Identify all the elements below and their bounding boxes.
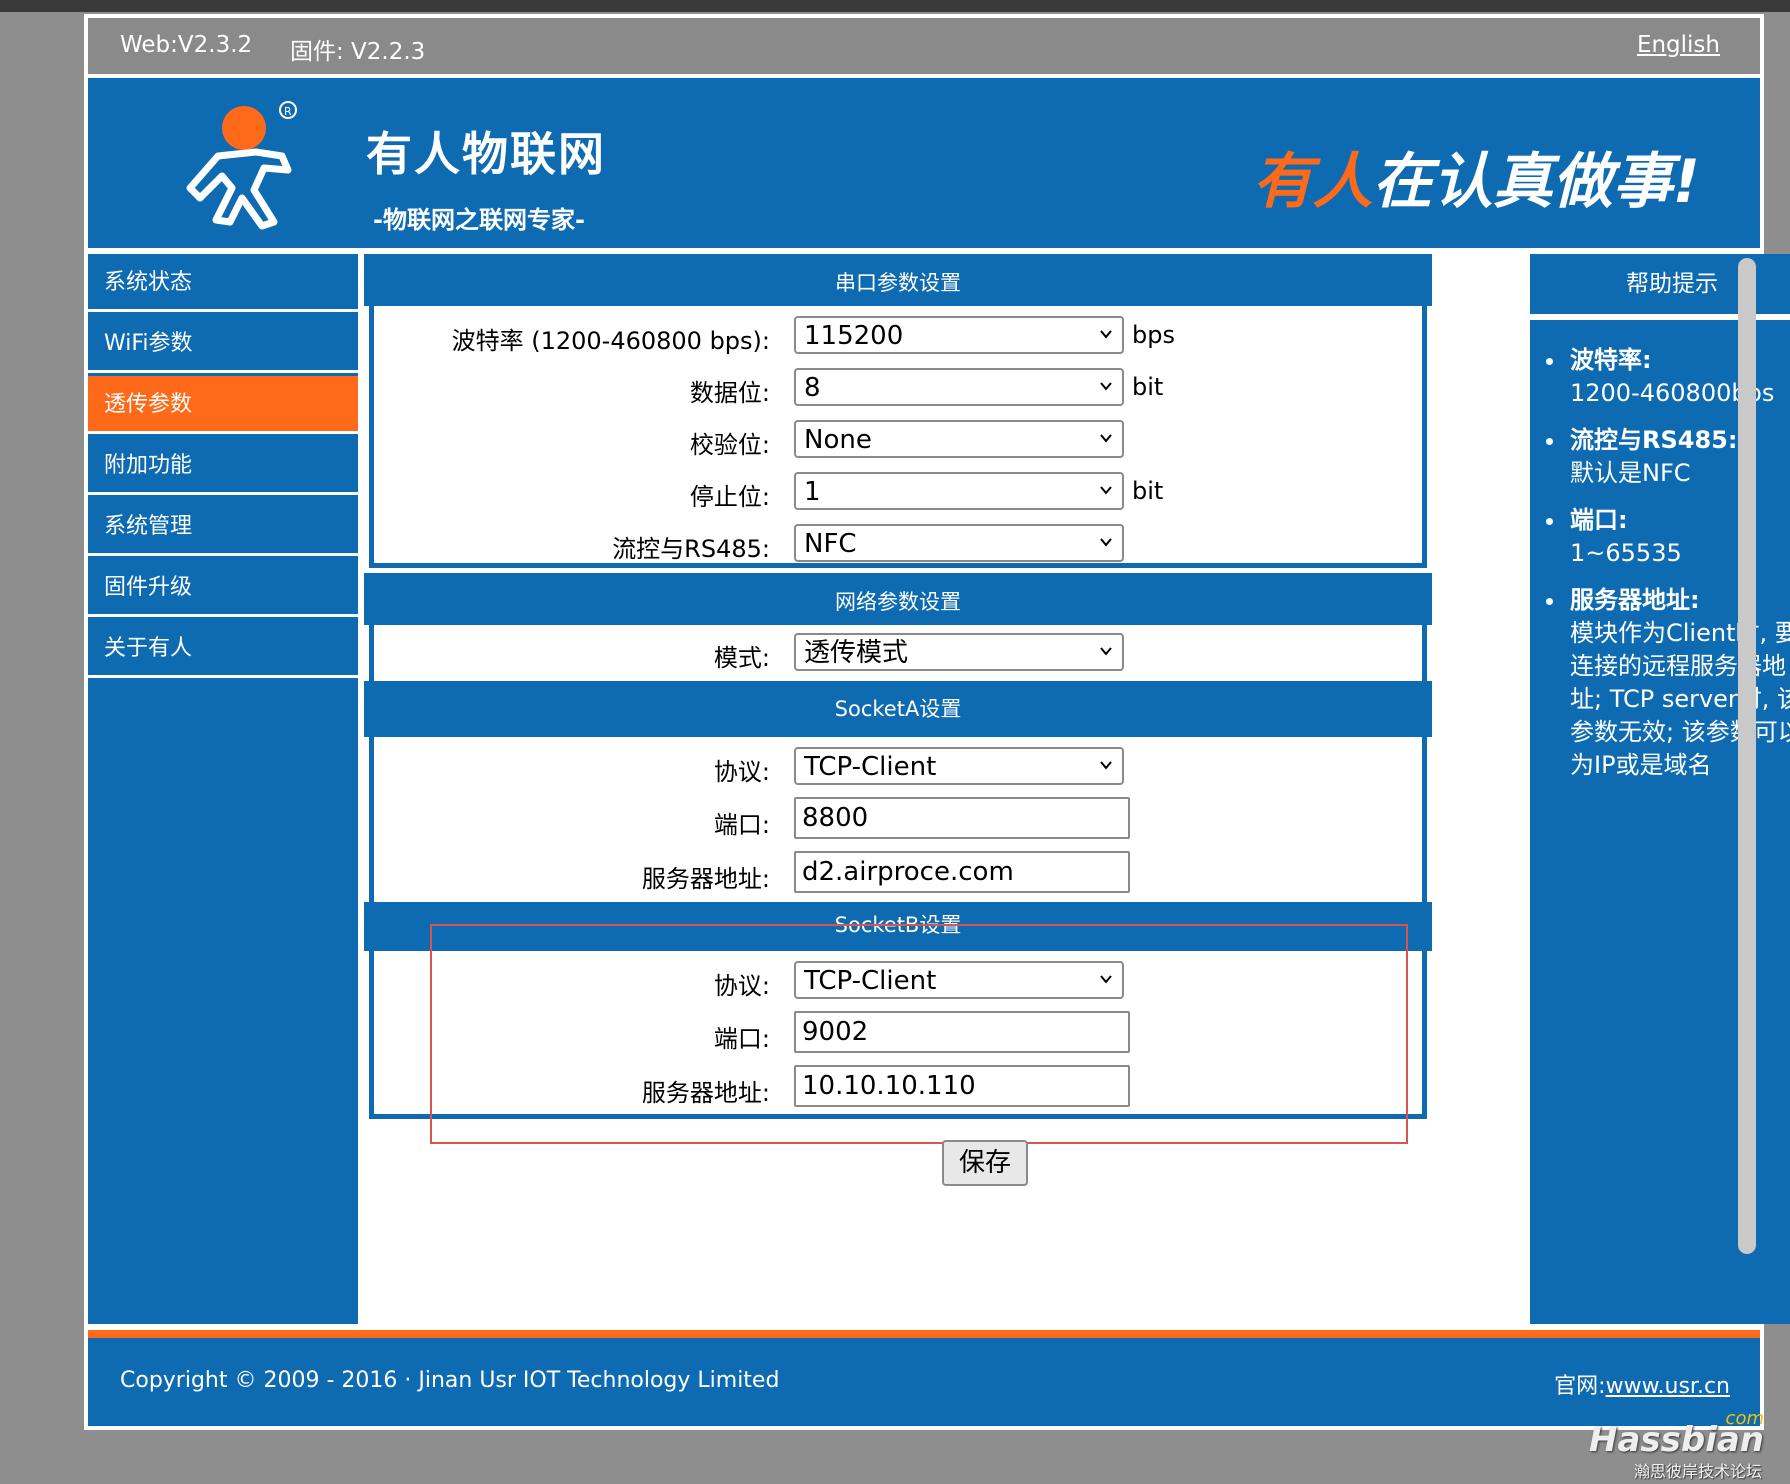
parity-label: 校验位: [689, 431, 770, 459]
row-socket-a-protocol: 协议: TCP-Client [374, 747, 1422, 787]
help-item-title: 波特率: [1570, 346, 1652, 374]
section-title-socket-a: SocketA设置 [364, 681, 1432, 737]
brand-tagline: -物联网之联网专家- [373, 206, 585, 234]
help-item-text: 默认是NFC [1570, 459, 1691, 487]
highlight-annotation-box [430, 924, 1408, 1144]
firmware-version: 固件: V2.2.3 [290, 39, 426, 65]
socket-a-server-label: 服务器地址: [641, 865, 770, 893]
official-site: 官网:www.usr.cn [1554, 1368, 1730, 1400]
row-baud: 波特率 (1200-460800 bps): 115200 bps [374, 316, 1422, 356]
header-banner: R 有人物联网 -物联网之联网专家- 有人在认真做事! [88, 78, 1760, 248]
chevron-down-icon [1100, 434, 1112, 443]
databits-label: 数据位: [689, 379, 770, 407]
watermark-sub: 瀚思彼岸技术论坛 [1633, 1462, 1762, 1481]
help-item-title: 服务器地址: [1570, 586, 1700, 614]
baud-value: 115200 [804, 321, 904, 351]
chevron-down-icon [1100, 330, 1112, 339]
row-mode: 模式: 透传模式 [374, 633, 1422, 673]
row-databits: 数据位: 8 bit [374, 368, 1422, 408]
chevron-down-icon [1100, 538, 1112, 547]
slogan: 有人在认真做事! [1253, 133, 1700, 220]
sidebar-nav: 系统状态 WiFi参数 透传参数 附加功能 系统管理 固件升级 关于有人 [88, 254, 358, 1324]
databits-select[interactable]: 8 [794, 368, 1124, 406]
socket-a-protocol-value: TCP-Client [804, 752, 937, 782]
socket-a-protocol-label: 协议: [713, 758, 770, 786]
socket-a-port-input[interactable]: 8800 [794, 797, 1130, 839]
chevron-down-icon [1100, 382, 1112, 391]
site-label: 官网: [1554, 1374, 1606, 1399]
help-item-text: 1~65535 [1570, 539, 1682, 567]
socket-a-protocol-select[interactable]: TCP-Client [794, 747, 1124, 785]
language-link[interactable]: English [1637, 32, 1720, 58]
socket-a-server-input[interactable]: d2.airproce.com [794, 851, 1130, 893]
web-version: Web:V2.3.2 [120, 32, 253, 58]
flow-value: NFC [804, 529, 857, 559]
copyright: Copyright © 2009 - 2016 · Jinan Usr IOT … [120, 1368, 780, 1393]
help-item-text: 1200-460800bps [1570, 379, 1775, 407]
row-flow: 流控与RS485: NFC [374, 524, 1422, 564]
version-bar: Web:V2.3.2 固件: V2.2.3 English [88, 18, 1760, 74]
baud-select[interactable]: 115200 [794, 316, 1124, 354]
section-socket-a: 协议: TCP-Client 端口: 8800 服务器地址: d2.airpro… [369, 737, 1427, 902]
sidebar-item-system-status[interactable]: 系统状态 [88, 254, 358, 312]
section-title-serial: 串口参数设置 [364, 254, 1432, 306]
mode-label: 模式: [713, 644, 770, 672]
save-button[interactable]: 保存 [942, 1140, 1028, 1186]
sidebar-item-extra[interactable]: 附加功能 [88, 437, 358, 495]
parity-value: None [804, 425, 872, 455]
sidebar-item-firmware[interactable]: 固件升级 [88, 559, 358, 617]
row-stopbits: 停止位: 1 bit [374, 472, 1422, 512]
slogan-part2: 在认真做事! [1372, 147, 1700, 217]
chevron-down-icon [1100, 761, 1112, 770]
chevron-down-icon [1100, 647, 1112, 656]
section-title-network: 网络参数设置 [364, 573, 1432, 625]
row-socket-a-port: 端口: 8800 [374, 797, 1422, 839]
sidebar-item-wifi[interactable]: WiFi参数 [88, 315, 358, 373]
row-parity: 校验位: None [374, 420, 1422, 460]
slogan-part1: 有人 [1252, 147, 1373, 217]
stopbits-label: 停止位: [689, 483, 770, 511]
sidebar-item-transparent[interactable]: 透传参数 [88, 376, 358, 434]
help-item-title: 端口: [1570, 506, 1628, 534]
baud-label: 波特率 (1200-460800 bps): [451, 327, 770, 355]
socket-a-port-label: 端口: [713, 811, 770, 839]
brand-name: 有人物联网 [366, 127, 606, 181]
stopbits-unit: bit [1132, 477, 1164, 505]
svg-text:R: R [284, 105, 292, 118]
flow-label: 流控与RS485: [612, 535, 770, 563]
sidebar-item-system-manage[interactable]: 系统管理 [88, 498, 358, 556]
footer-accent-line [88, 1330, 1760, 1338]
parity-select[interactable]: None [794, 420, 1124, 458]
page-frame: Web:V2.3.2 固件: V2.2.3 English R 有人物联网 -物… [84, 14, 1790, 1430]
help-item-text: 模块作为Client时, 要连接的远程服务器地址; TCP server时, 该… [1570, 619, 1790, 779]
databits-unit: bit [1132, 373, 1164, 401]
section-serial: 波特率 (1200-460800 bps): 115200 bps 数据位: 8… [369, 306, 1427, 568]
watermark-main: Hassbian [1588, 1420, 1764, 1460]
running-man-logo-icon: R [186, 101, 297, 230]
mode-select[interactable]: 透传模式 [794, 633, 1124, 671]
stopbits-select[interactable]: 1 [794, 472, 1124, 510]
site-link[interactable]: www.usr.cn [1606, 1374, 1730, 1399]
baud-unit: bps [1132, 321, 1175, 349]
databits-value: 8 [804, 373, 821, 403]
stopbits-value: 1 [804, 477, 821, 507]
mode-value: 透传模式 [804, 638, 909, 668]
footer: Copyright © 2009 - 2016 · Jinan Usr IOT … [88, 1338, 1760, 1426]
row-socket-a-server: 服务器地址: d2.airproce.com [374, 851, 1422, 893]
chevron-down-icon [1100, 486, 1112, 495]
top-strip [0, 0, 1790, 12]
section-network: 模式: 透传模式 [369, 625, 1427, 681]
watermark-logo: com Hassbian 瀚思彼岸技术论坛 [1589, 1408, 1782, 1481]
sidebar-item-about[interactable]: 关于有人 [88, 620, 358, 678]
flow-select[interactable]: NFC [794, 524, 1124, 562]
scrollbar[interactable] [1738, 258, 1756, 1254]
help-item-title: 流控与RS485: [1570, 426, 1738, 454]
